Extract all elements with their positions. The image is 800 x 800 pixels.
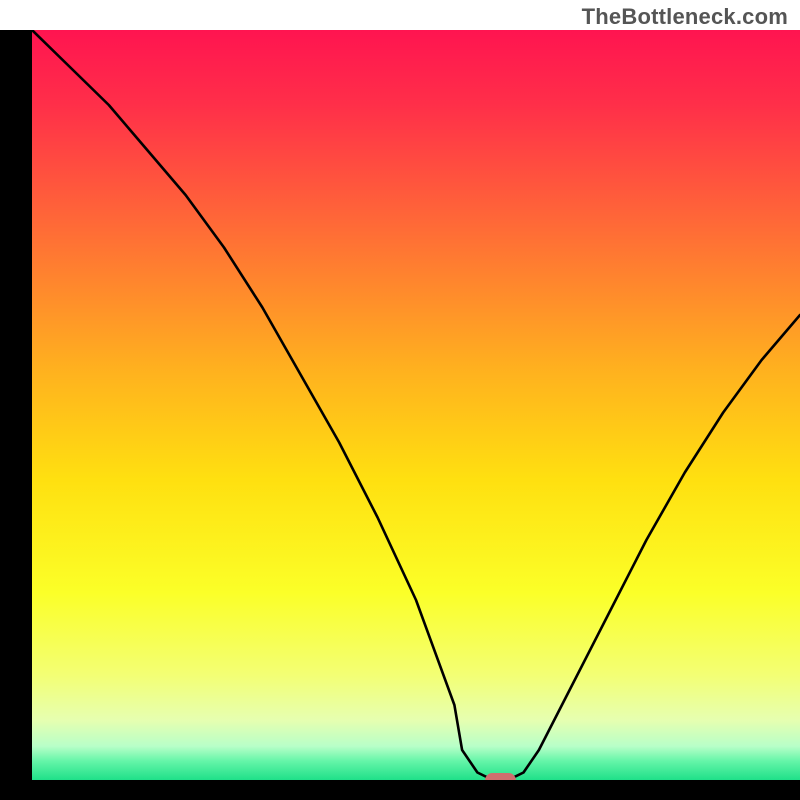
- chart-container: TheBottleneck.com: [0, 0, 800, 800]
- watermark-text: TheBottleneck.com: [582, 4, 788, 30]
- plot-area: [32, 30, 800, 780]
- frame-border-bottom: [0, 780, 800, 800]
- bottleneck-curve: [32, 30, 800, 780]
- optimal-marker: [485, 773, 516, 781]
- frame-border-left: [0, 30, 32, 800]
